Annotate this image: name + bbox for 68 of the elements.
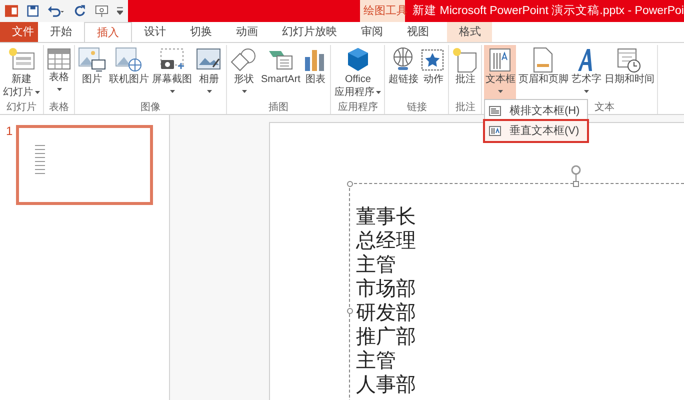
ribbon-button[interactable]: 文本框: [484, 45, 516, 101]
group-label: 应用程序: [338, 101, 378, 114]
ribbon-tab[interactable]: 动画: [224, 22, 270, 42]
group-label: 图像: [140, 101, 160, 114]
ribbon-button[interactable]: 联机图片: [108, 45, 150, 101]
slide-text-line: 主管: [356, 348, 397, 372]
ribbon-button[interactable]: SmartArt: [260, 45, 302, 101]
ribbon-button[interactable]: 相册: [194, 45, 224, 101]
group-label: 插图: [268, 101, 289, 114]
slide-text-line: 董事长: [356, 204, 417, 228]
ribbon-button[interactable]: 图表: [302, 45, 328, 101]
rotate-handle-icon[interactable]: [571, 165, 581, 181]
ribbon-button[interactable]: 图片: [77, 45, 107, 101]
calendar-clock-icon: [616, 47, 642, 73]
ribbon-tab[interactable]: 幻灯片放映: [270, 22, 349, 42]
ribbon-button[interactable]: 屏幕截图: [151, 45, 193, 101]
ribbon-button[interactable]: 页眉和页脚: [517, 45, 570, 101]
customize-icon[interactable]: [117, 7, 123, 15]
text-box-icon: [488, 47, 512, 73]
horizontal-text-icon: [489, 106, 502, 116]
ribbon-button[interactable]: 超链接: [387, 45, 420, 101]
ribbon-tab[interactable]: 插入: [84, 22, 132, 42]
comment-icon: [452, 47, 478, 73]
group-label: 链接: [406, 101, 427, 114]
undo-icon[interactable]: [48, 4, 65, 18]
ribbon-tab[interactable]: 开始: [38, 22, 84, 42]
save-icon[interactable]: [27, 4, 40, 18]
ribbon-tab[interactable]: 审阅: [349, 22, 395, 42]
slide-number: 1: [6, 125, 13, 137]
slide-text-line: 总经理: [356, 228, 417, 252]
powerpoint-logo-icon: [5, 4, 18, 18]
resize-handle[interactable]: [573, 181, 579, 187]
text-box[interactable]: 董事长 总经理 主管 市场部 研发部 推广部 主管 人事部: [349, 183, 684, 400]
resize-handle[interactable]: [347, 181, 353, 187]
window-title: 新建 Microsoft PowerPoint 演示文稿.pptx - PowerPoi: [412, 3, 684, 19]
online-picture-icon: [115, 47, 143, 73]
slide-text-line: 推广部: [356, 324, 417, 348]
slide-thumbnail[interactable]: [16, 125, 153, 205]
ribbon-button[interactable]: 批注: [451, 45, 480, 101]
ribbon-button[interactable]: 表格: [46, 45, 72, 101]
ribbon-tab[interactable]: 视图: [395, 22, 441, 42]
shapes-icon: [230, 47, 258, 73]
ribbon-button[interactable]: 新建 幻灯片: [2, 45, 41, 101]
ribbon-button[interactable]: 动作: [420, 45, 446, 101]
presentation-icon[interactable]: [94, 4, 108, 18]
ribbon-button[interactable]: 艺术字: [570, 45, 602, 101]
ribbon-button[interactable]: Office 应用程序: [333, 45, 382, 101]
group-label: 批注: [455, 101, 476, 114]
slide-text-line: 主管: [356, 252, 397, 276]
redo-icon[interactable]: [74, 4, 86, 18]
table-icon: [47, 47, 71, 71]
menu-item[interactable]: 垂直文本框(V): [485, 121, 588, 141]
page-icon: [532, 47, 554, 73]
slide-text-line: 研发部: [356, 300, 417, 324]
group-label: 幻灯片: [6, 101, 36, 114]
group-label: 文本: [594, 101, 614, 114]
ribbon-tab[interactable]: 切换: [178, 22, 224, 42]
ribbon-button[interactable]: 日期和时间: [603, 45, 656, 101]
ribbon-button[interactable]: 形状: [229, 45, 259, 101]
ribbon-tab[interactable]: 设计: [132, 22, 178, 42]
ribbon-tab[interactable]: 格式: [447, 22, 492, 42]
slide-text-line: 市场部: [356, 276, 417, 300]
vertical-text-icon: [489, 126, 502, 136]
group-label: 表格: [49, 101, 69, 114]
resize-handle[interactable]: [347, 308, 353, 314]
picture-icon: [78, 47, 106, 73]
slide-text-line: 人事部: [356, 372, 417, 396]
file-tab[interactable]: 文件: [0, 22, 38, 42]
